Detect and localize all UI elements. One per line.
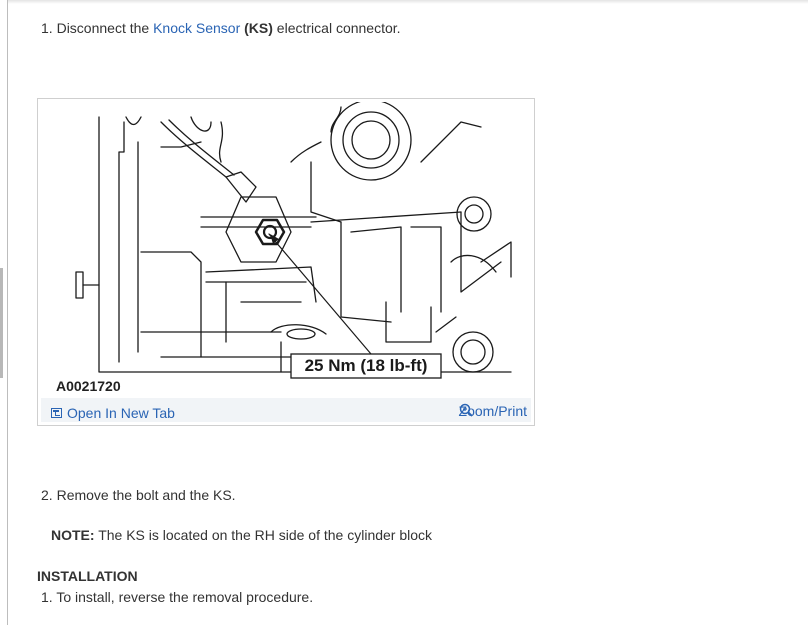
installation-step-1-number: 1. bbox=[41, 589, 53, 605]
note-label: NOTE: bbox=[51, 527, 95, 543]
step-1-post-text: electrical connector. bbox=[272, 20, 401, 36]
installation-step-1-text: To install, reverse the removal procedur… bbox=[52, 589, 314, 605]
torque-label: 25 Nm (18 lb-ft) bbox=[304, 356, 428, 375]
open-in-new-tab-label: Open In New Tab bbox=[67, 405, 175, 421]
top-shadow bbox=[8, 0, 808, 4]
figure-container: A0021720 25 Nm (18 lb-ft) Open In New Ta… bbox=[37, 98, 535, 426]
open-in-new-tab-icon bbox=[51, 408, 62, 418]
scroll-handle[interactable] bbox=[0, 268, 3, 378]
step-2-text: Remove the bolt and the KS. bbox=[52, 487, 236, 503]
left-border bbox=[7, 0, 8, 625]
figure-id: A0021720 bbox=[56, 378, 121, 394]
step-2: 2. Remove the bolt and the KS. bbox=[41, 486, 236, 504]
step-1-pre-text: Disconnect the bbox=[52, 20, 154, 36]
ks-abbreviation: (KS) bbox=[244, 20, 273, 36]
knock-sensor-diagram bbox=[41, 102, 531, 398]
open-in-new-tab-link[interactable]: Open In New Tab bbox=[51, 405, 175, 421]
figure-footer: Open In New Tab Zoom/Print bbox=[41, 402, 531, 424]
knock-sensor-link[interactable]: Knock Sensor bbox=[153, 20, 240, 36]
magnifier-plus-icon bbox=[459, 403, 473, 417]
step-2-number: 2. bbox=[41, 487, 53, 503]
installation-step-1: 1. To install, reverse the removal proce… bbox=[41, 588, 313, 606]
step-1-number: 1. bbox=[41, 20, 53, 36]
installation-heading: INSTALLATION bbox=[37, 568, 138, 584]
zoom-print-link[interactable]: Zoom/Print bbox=[459, 403, 527, 419]
step-1: 1. Disconnect the Knock Sensor (KS) elec… bbox=[41, 19, 401, 37]
note-text: The KS is located on the RH side of the … bbox=[94, 527, 433, 543]
note: NOTE: The KS is located on the RH side o… bbox=[51, 526, 432, 544]
figure-panel: A0021720 25 Nm (18 lb-ft) Open In New Ta… bbox=[41, 102, 531, 422]
